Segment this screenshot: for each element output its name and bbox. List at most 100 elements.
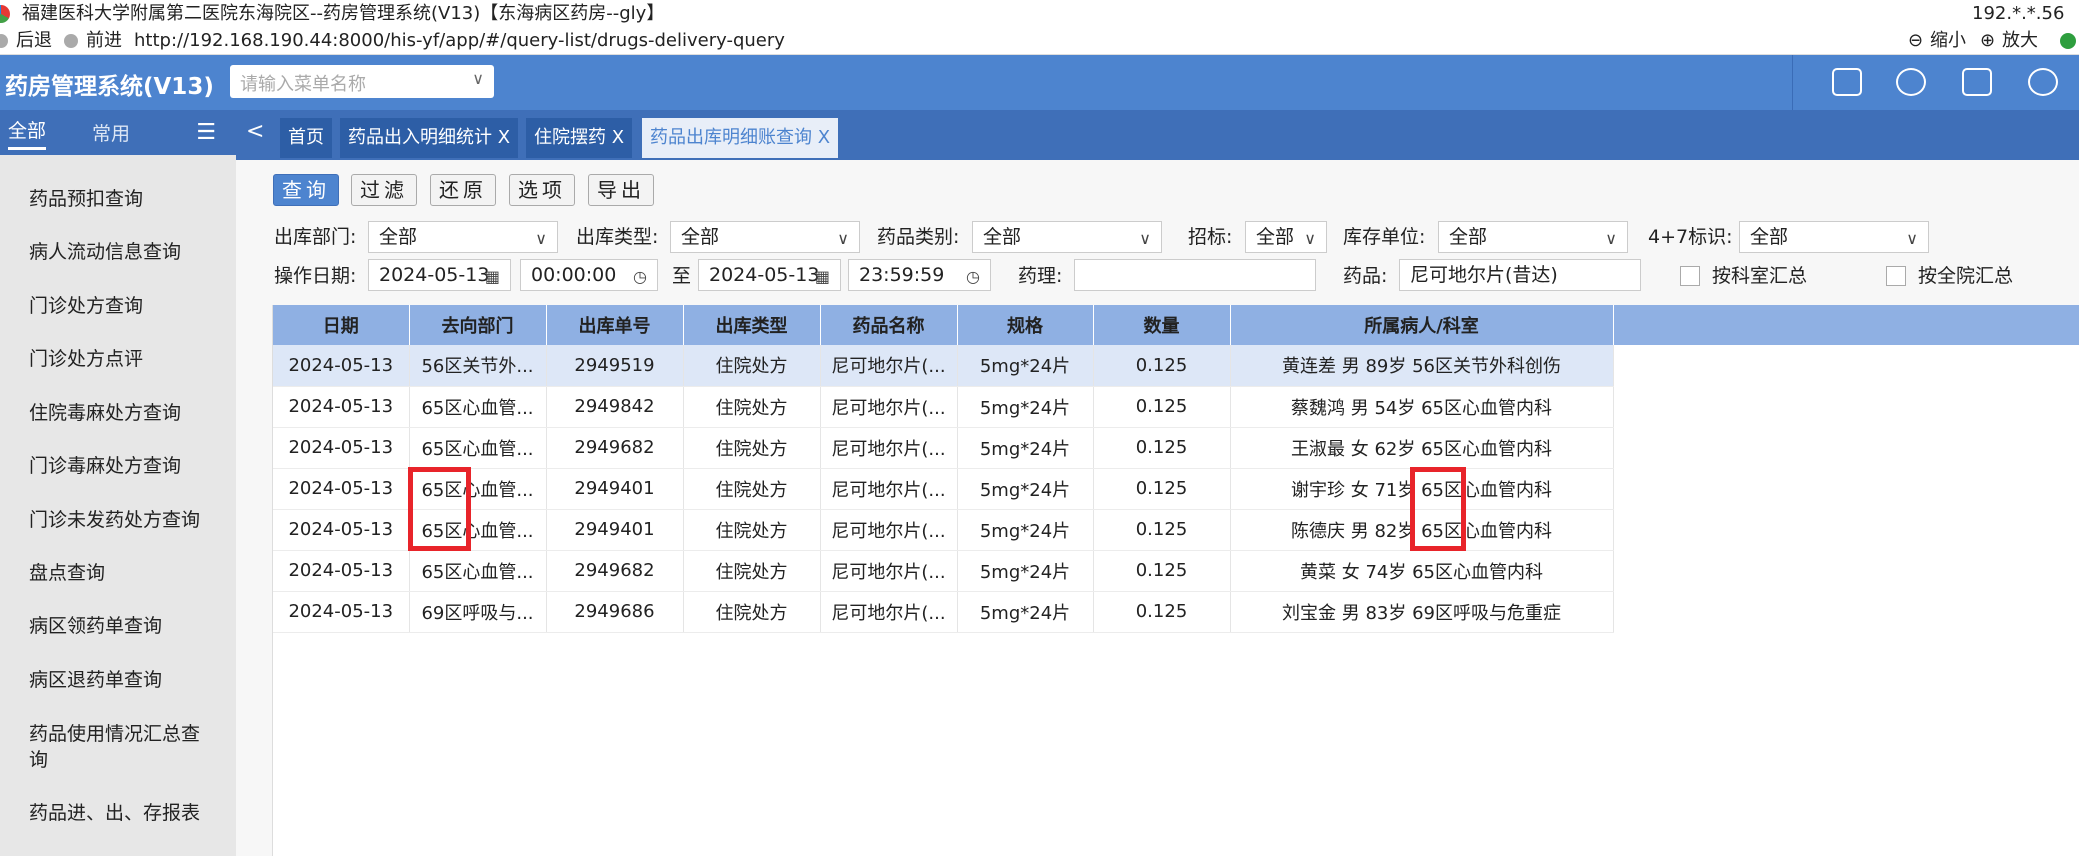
column-header[interactable]: 日期 bbox=[273, 305, 410, 345]
close-icon[interactable]: X bbox=[498, 127, 510, 148]
logout-icon[interactable] bbox=[2028, 68, 2058, 96]
table-cell: 住院处方 bbox=[683, 468, 821, 510]
table-cell: 65区心血管... bbox=[409, 386, 547, 428]
highlight-box-dept bbox=[408, 467, 471, 551]
clock-icon: ◷ bbox=[633, 267, 647, 286]
out-dept-value: 全部 bbox=[379, 226, 418, 248]
table-row[interactable]: 2024-05-13 65区心血管... 2949682 住院处方 尼可地尔片(… bbox=[273, 427, 1614, 469]
drug-category-select[interactable]: 全部 ∨ bbox=[972, 221, 1162, 253]
column-header[interactable]: 药品名称 bbox=[820, 305, 958, 345]
date-from-input[interactable]: 2024-05-13 ▦ bbox=[368, 259, 511, 291]
column-header[interactable]: 规格 bbox=[957, 305, 1094, 345]
time-from-value: 00:00:00 bbox=[531, 264, 617, 286]
forward-button[interactable]: 前进 bbox=[86, 27, 122, 55]
sidebar-tab-common[interactable]: 常用 bbox=[92, 119, 130, 146]
table-cell: 2024-05-13 bbox=[273, 550, 410, 592]
table-cell: 2024-05-13 bbox=[273, 427, 410, 469]
ip-address: 192.*.*.56 bbox=[1972, 3, 2065, 24]
document-icon[interactable] bbox=[1962, 68, 1992, 96]
zoom-out-icon[interactable]: ⊖ bbox=[1908, 27, 1923, 55]
table-cell: 住院处方 bbox=[683, 550, 821, 592]
drug-category-value: 全部 bbox=[983, 226, 1022, 248]
zoom-in-icon[interactable]: ⊕ bbox=[1980, 27, 1995, 55]
column-header[interactable]: 所属病人/科室 bbox=[1230, 305, 1614, 345]
by-hospital-checkbox[interactable] bbox=[1886, 266, 1906, 286]
tab-drug-io-stats[interactable]: 药品出入明细统计 X bbox=[340, 118, 519, 158]
close-icon[interactable]: X bbox=[818, 127, 830, 148]
column-header[interactable]: 出库单号 bbox=[546, 305, 684, 345]
highlight-box-patient bbox=[1410, 467, 1466, 551]
table-row[interactable]: 2024-05-13 56区关节外... 2949519 住院处方 尼可地尔片(… bbox=[273, 345, 1614, 387]
sidebar-item[interactable]: 病区领药单查询 bbox=[29, 613, 162, 639]
sidebar-item[interactable]: 病区退药单查询 bbox=[29, 667, 162, 693]
menu-search-input[interactable]: 请输入菜单名称 ∨ bbox=[230, 65, 494, 98]
bid-label: 招标: bbox=[1188, 226, 1233, 248]
filter-button[interactable]: 过滤 bbox=[351, 174, 417, 206]
sidebar-item[interactable]: 病人流动信息查询 bbox=[29, 239, 181, 265]
close-icon[interactable]: X bbox=[612, 127, 624, 148]
time-to-input[interactable]: 23:59:59 ◷ bbox=[848, 259, 991, 291]
back-icon[interactable] bbox=[0, 34, 8, 48]
tab-outbound-detail-query[interactable]: 药品出库明细账查询 X bbox=[642, 118, 839, 158]
back-button[interactable]: 后退 bbox=[16, 27, 52, 55]
zoom-in-button[interactable]: 放大 bbox=[2002, 27, 2038, 55]
menu-toggle-icon[interactable]: ☰ bbox=[196, 120, 216, 145]
drug-input[interactable]: 尼可地尔片(昔达) bbox=[1399, 259, 1641, 291]
op-date-label: 操作日期: bbox=[274, 265, 357, 287]
table-cell: 尼可地尔片(... bbox=[820, 591, 958, 633]
zoom-out-button[interactable]: 缩小 bbox=[1930, 27, 1966, 55]
sidebar-item[interactable]: 药品使用情况汇总查询 bbox=[29, 721, 211, 773]
by-dept-checkbox[interactable] bbox=[1680, 266, 1700, 286]
table-cell: 5mg*24片 bbox=[957, 386, 1094, 428]
sidebar-item[interactable]: 药品预扣查询 bbox=[29, 186, 143, 212]
pharmacology-input[interactable] bbox=[1074, 259, 1316, 291]
date-to-value: 2024-05-13 bbox=[709, 264, 820, 286]
bid-select[interactable]: 全部 ∨ bbox=[1245, 221, 1327, 253]
sidebar-item[interactable]: 药品进、出、存报表 bbox=[29, 800, 200, 826]
query-button[interactable]: 查询 bbox=[273, 174, 339, 206]
column-header[interactable]: 出库类型 bbox=[683, 305, 821, 345]
sidebar-tabs: 全部 常用 ☰ bbox=[0, 110, 236, 155]
sidebar-item[interactable]: 门诊处方点评 bbox=[29, 346, 143, 372]
menu-search-placeholder: 请输入菜单名称 bbox=[240, 74, 366, 95]
tab-inpatient-dispense[interactable]: 住院摆药 X bbox=[526, 118, 633, 158]
options-button[interactable]: 选项 bbox=[509, 174, 575, 206]
drug-label: 药品: bbox=[1343, 265, 1388, 287]
out-type-label: 出库类型: bbox=[576, 226, 659, 248]
table-row[interactable]: 2024-05-13 65区心血管... 2949682 住院处方 尼可地尔片(… bbox=[273, 550, 1614, 592]
table-cell: 住院处方 bbox=[683, 345, 821, 387]
sidebar-item[interactable]: 住院毒麻处方查询 bbox=[29, 400, 181, 426]
table-cell: 2949686 bbox=[546, 591, 684, 633]
out-dept-select[interactable]: 全部 ∨ bbox=[368, 221, 558, 253]
tab-home[interactable]: 首页 bbox=[280, 118, 332, 158]
tab-scroll-left-icon[interactable]: < bbox=[246, 119, 264, 144]
stock-unit-select[interactable]: 全部 ∨ bbox=[1438, 221, 1628, 253]
table-row[interactable]: 2024-05-13 69区呼吸与... 2949686 住院处方 尼可地尔片(… bbox=[273, 591, 1614, 633]
table-row[interactable]: 2024-05-13 65区心血管... 2949842 住院处方 尼可地尔片(… bbox=[273, 386, 1614, 428]
time-from-input[interactable]: 00:00:00 ◷ bbox=[520, 259, 658, 291]
url-field[interactable]: http://192.168.190.44:8000/his-yf/app/#/… bbox=[134, 27, 785, 55]
table-cell: 2949682 bbox=[546, 427, 684, 469]
date-to-input[interactable]: 2024-05-13 ▦ bbox=[698, 259, 841, 291]
out-type-select[interactable]: 全部 ∨ bbox=[670, 221, 860, 253]
four-seven-select[interactable]: 全部 ∨ bbox=[1739, 221, 1929, 253]
sidebar-item[interactable]: 盘点查询 bbox=[29, 560, 105, 586]
column-header[interactable]: 去向部门 bbox=[409, 305, 547, 345]
sidebar-tab-all[interactable]: 全部 bbox=[8, 116, 47, 150]
sidebar-item[interactable]: 门诊未发药处方查询 bbox=[29, 507, 200, 533]
reset-button[interactable]: 还原 bbox=[430, 174, 496, 206]
id-card-icon[interactable] bbox=[1832, 68, 1862, 96]
address-bar: 后退 前进 http://192.168.190.44:8000/his-yf/… bbox=[0, 27, 2079, 55]
by-hospital-label: 按全院汇总 bbox=[1918, 265, 2014, 287]
table-cell: 刘宝金 男 83岁 69区呼吸与危重症 bbox=[1230, 591, 1614, 633]
export-button[interactable]: 导出 bbox=[588, 174, 654, 206]
tab-label: 首页 bbox=[288, 127, 324, 148]
tab-bar: < 首页 药品出入明细统计 X 住院摆药 X 药品出库明细账查询 X bbox=[236, 110, 2079, 160]
pill-icon[interactable] bbox=[1896, 68, 1926, 96]
forward-icon[interactable] bbox=[64, 34, 78, 48]
column-header[interactable]: 数量 bbox=[1093, 305, 1231, 345]
table-cell: 5mg*24片 bbox=[957, 427, 1094, 469]
table-cell: 2024-05-13 bbox=[273, 386, 410, 428]
sidebar-item[interactable]: 门诊处方查询 bbox=[29, 293, 143, 319]
sidebar-item[interactable]: 门诊毒麻处方查询 bbox=[29, 453, 181, 479]
